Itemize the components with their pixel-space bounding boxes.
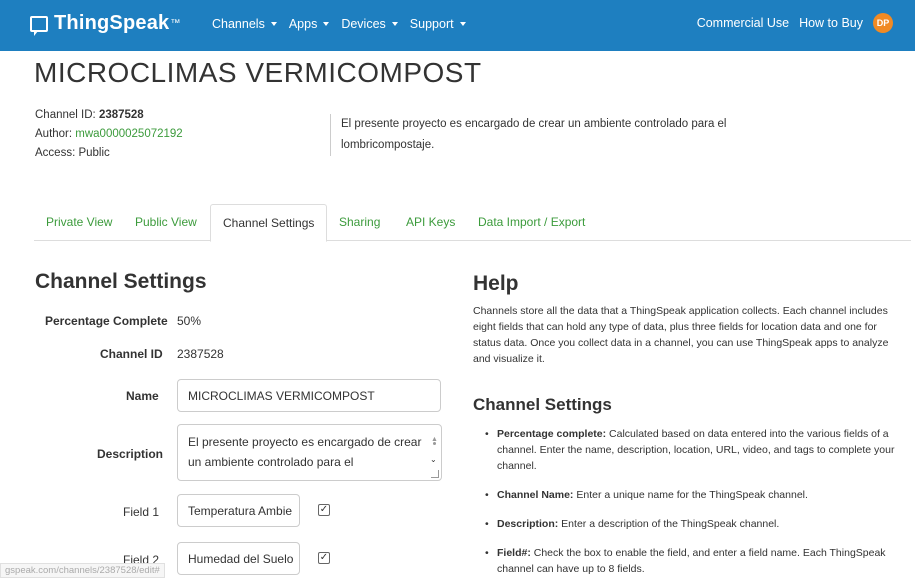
tab-channel-settings[interactable]: Channel Settings <box>210 204 328 242</box>
percentage-complete-label: Percentage Complete <box>45 314 168 328</box>
author-link[interactable]: mwa0000025072192 <box>75 128 182 140</box>
list-item: Percentage complete: Calculated based on… <box>485 426 905 474</box>
field2-input[interactable]: Humedad del Suelo <box>177 542 300 575</box>
list-item: Channel Name: Enter a unique name for th… <box>485 487 905 503</box>
help-intro: Channels store all the data that a Thing… <box>473 305 889 365</box>
speech-bubble-icon <box>30 15 48 36</box>
channel-title: MICROCLIMAS VERMICOMPOST <box>34 57 482 88</box>
nav-apps-dropdown[interactable]: Apps <box>289 17 330 31</box>
list-item: Description: Enter a description of the … <box>485 516 905 532</box>
resize-handle-icon[interactable] <box>431 470 439 478</box>
thingspeak-logo[interactable]: ThingSpeak ™ <box>30 12 181 36</box>
channel-id-value: 2387528 <box>98 109 144 121</box>
tab-api-keys[interactable]: API Keys <box>394 204 467 241</box>
scroll-thumb[interactable] <box>433 442 436 445</box>
caret-down-icon <box>459 22 466 26</box>
caret-down-icon <box>323 22 330 26</box>
access-line: Access: Public <box>35 147 110 159</box>
description-textarea[interactable]: El presente proyecto es encargado de cre… <box>177 424 442 481</box>
nav-menu: Channels Apps Devices Support <box>212 17 466 31</box>
user-avatar[interactable]: DP <box>873 13 893 33</box>
help-channel-settings-heading: Channel Settings <box>473 395 612 414</box>
scroll-down-icon[interactable]: ⌄ <box>430 450 437 470</box>
percentage-complete-value: 50% <box>177 314 202 328</box>
brand-name: ThingSpeak <box>54 12 170 34</box>
scroll-up-icon[interactable]: ▲ <box>431 430 438 450</box>
settings-heading: Channel Settings <box>35 270 207 293</box>
channel-id-value: 2387528 <box>177 347 224 361</box>
tab-private-view[interactable]: Private View <box>34 204 124 241</box>
channel-meta: Channel ID: 2387528 Author: mwa000002507… <box>35 106 183 163</box>
nav-channels-dropdown[interactable]: Channels <box>212 17 277 31</box>
tab-data-import-export[interactable]: Data Import / Export <box>466 204 597 241</box>
nav-support-dropdown[interactable]: Support <box>410 17 466 31</box>
nav-devices-dropdown[interactable]: Devices <box>341 17 398 31</box>
caret-down-icon <box>391 22 398 26</box>
channel-description: El presente proyecto es encargado de cre… <box>330 114 750 156</box>
nav-right: Commercial Use How to Buy DP <box>697 13 893 33</box>
status-bar-url: gspeak.com/channels/2387528/edit# <box>0 563 165 578</box>
trademark-symbol: ™ <box>170 18 181 29</box>
access-value: Public <box>78 147 110 159</box>
how-to-buy-link[interactable]: How to Buy <box>799 16 863 30</box>
field1-input[interactable]: Temperatura Ambie <box>177 494 300 527</box>
caret-down-icon <box>270 22 277 26</box>
list-item: Field#: Check the box to enable the fiel… <box>485 545 905 577</box>
tab-public-view[interactable]: Public View <box>123 204 209 241</box>
field2-enable-checkbox[interactable]: ✓ <box>318 552 330 564</box>
name-label: Name <box>126 389 159 403</box>
field1-label: Field 1 <box>123 505 160 519</box>
author-line: Author: mwa0000025072192 <box>35 128 183 140</box>
help-list: Percentage complete: Calculated based on… <box>485 426 905 584</box>
channel-id-line: Channel ID: 2387528 <box>35 109 144 121</box>
description-label: Description <box>97 447 164 461</box>
textarea-scrollbar[interactable]: ▲ ⌄ <box>430 430 438 464</box>
channel-id-label: Channel ID <box>100 347 163 361</box>
tab-sharing[interactable]: Sharing <box>327 204 392 241</box>
name-input[interactable]: MICROCLIMAS VERMICOMPOST <box>177 379 441 412</box>
field1-enable-checkbox[interactable]: ✓ <box>318 504 330 516</box>
top-navbar: ThingSpeak ™ Channels Apps Devices Suppo… <box>0 0 915 51</box>
channel-tabs: Private View Public View Channel Setting… <box>34 204 911 242</box>
help-heading: Help <box>473 272 519 295</box>
commercial-use-link[interactable]: Commercial Use <box>697 16 789 30</box>
